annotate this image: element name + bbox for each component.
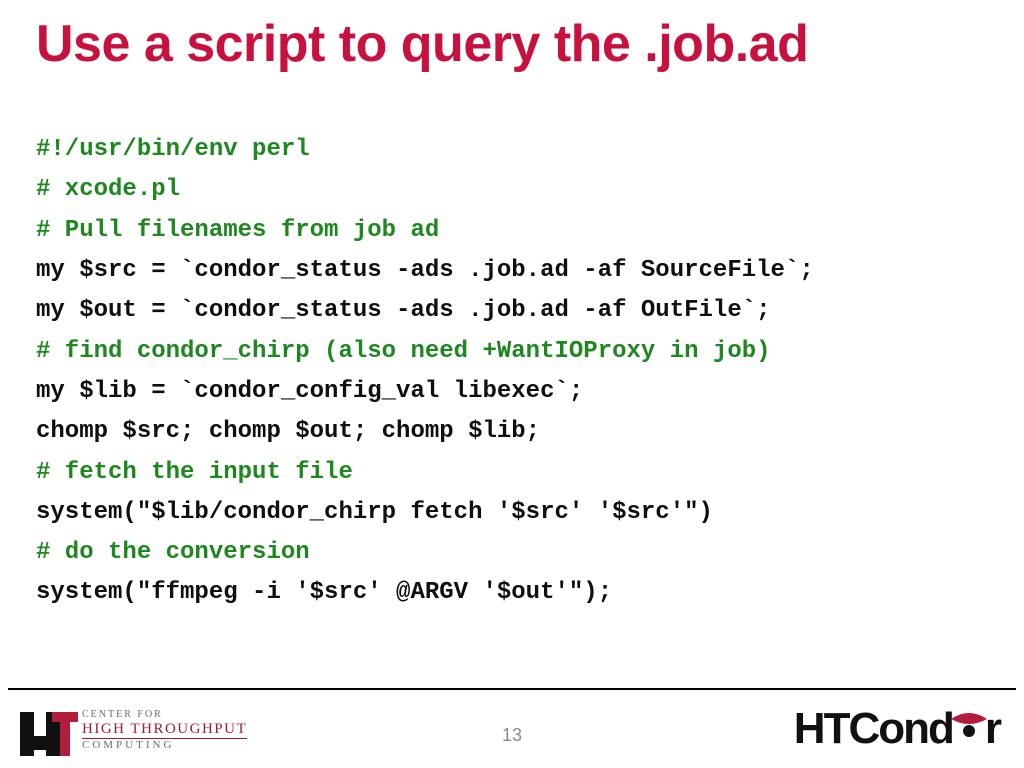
code-line: #!/usr/bin/env perl (36, 130, 988, 170)
code-line: system("$lib/condor_chirp fetch '$src' '… (36, 493, 988, 533)
chtc-line2: HIGH THROUGHPUT (82, 722, 247, 740)
code-line: # xcode.pl (36, 170, 988, 210)
code-line: my $lib = `condor_config_val libexec`; (36, 372, 988, 412)
chtc-text: CENTER FOR HIGH THROUGHPUT COMPUTING (82, 710, 247, 752)
htcondor-c: C (848, 704, 878, 754)
code-block: #!/usr/bin/env perl # xcode.pl # Pull fi… (36, 130, 988, 614)
condor-bird-icon (949, 705, 989, 745)
chtc-logo: CENTER FOR HIGH THROUGHPUT COMPUTING (20, 706, 247, 756)
htcondor-logo: HTCondr (794, 704, 1000, 754)
code-line: # Pull filenames from job ad (36, 211, 988, 251)
htcondor-ond: ond (878, 704, 953, 754)
code-line: # find condor_chirp (also need +WantIOPr… (36, 332, 988, 372)
htcondor-ht: HT (794, 704, 849, 754)
slide-title: Use a script to query the .job.ad (36, 14, 988, 74)
htcondor-r: r (985, 704, 1000, 754)
code-line: chomp $src; chomp $out; chomp $lib; (36, 412, 988, 452)
code-line: my $src = `condor_status -ads .job.ad -a… (36, 251, 988, 291)
chtc-line1: CENTER FOR (82, 710, 247, 721)
slide: Use a script to query the .job.ad #!/usr… (0, 0, 1024, 768)
chtc-line3: COMPUTING (82, 740, 247, 752)
code-line: # fetch the input file (36, 453, 988, 493)
ht-mark-icon (20, 706, 74, 756)
code-line: # do the conversion (36, 533, 988, 573)
footer-separator (8, 688, 1016, 690)
code-line: my $out = `condor_status -ads .job.ad -a… (36, 291, 988, 331)
code-line: system("ffmpeg -i '$src' @ARGV '$out'"); (36, 573, 988, 613)
